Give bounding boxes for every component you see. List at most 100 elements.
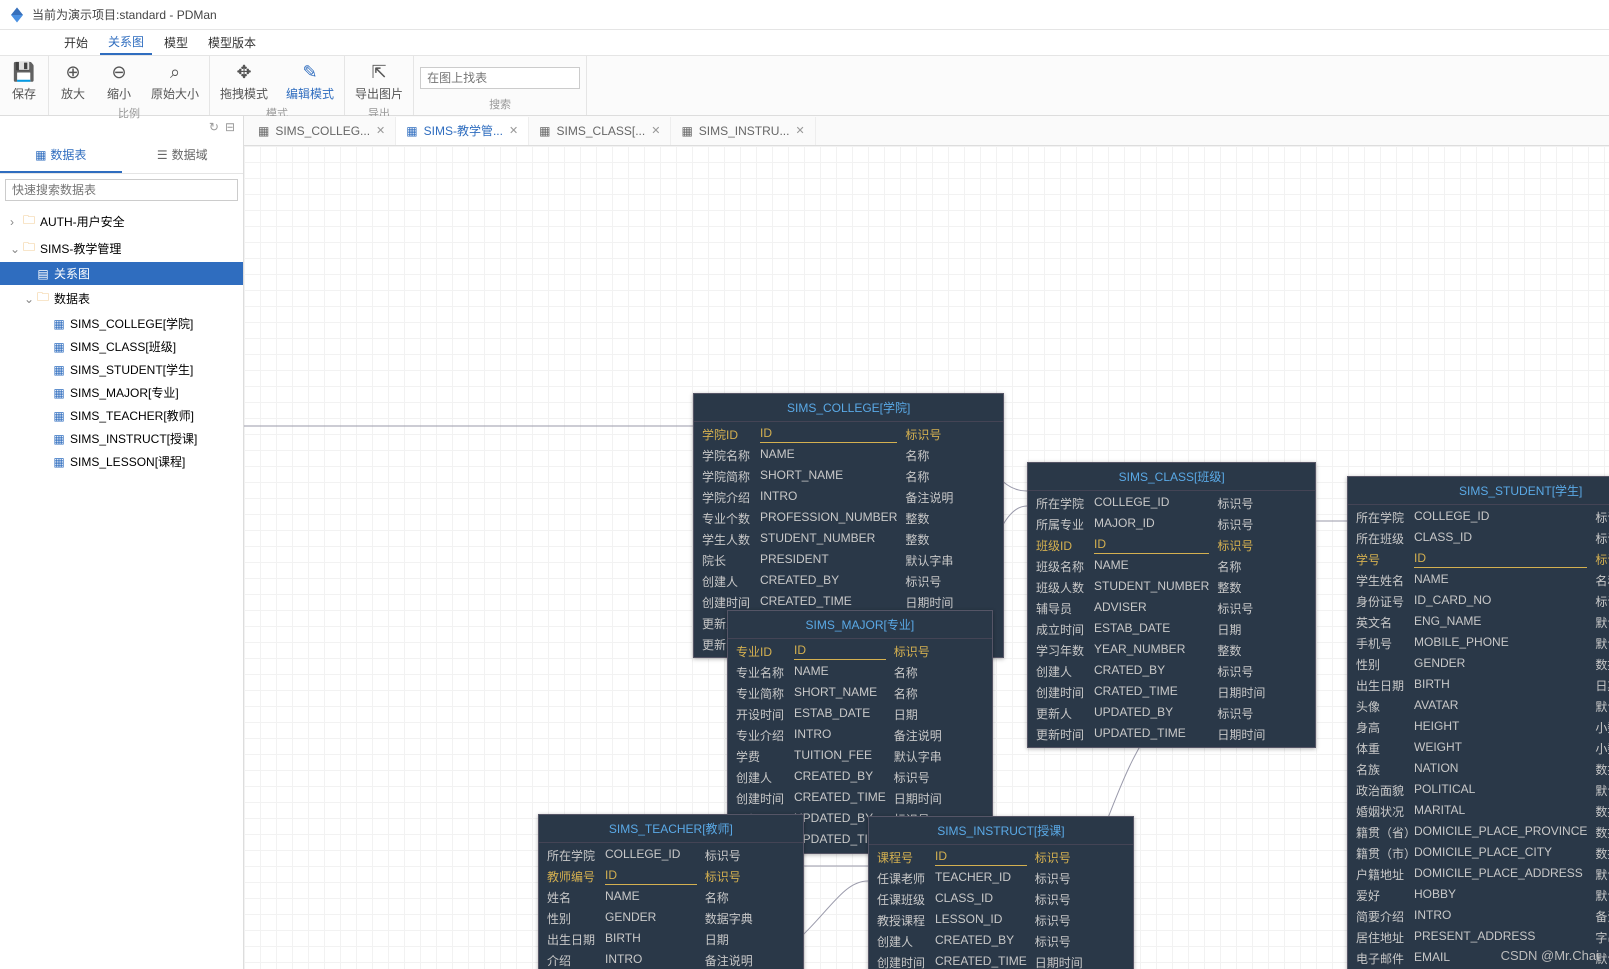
toolbar: 💾保存 ⊕放大 ⊖缩小 ⌕原始大小 比例 ✥拖拽模式 ✎编辑模式 模式 ⇱导出图… (0, 56, 1609, 116)
editor-tab[interactable]: ▦SIMS_COLLEG...✕ (248, 117, 396, 145)
tree-label: SIMS-教学管理 (40, 240, 121, 257)
table-row: 班级IDID标识号 (1028, 535, 1315, 556)
table-row: 更新人UPDATED_BY标识号 (1028, 703, 1315, 724)
sidebar-search-input[interactable] (5, 179, 238, 201)
tree-node[interactable]: ▦SIMS_MAJOR[专业] (0, 381, 243, 404)
table-row: 出生日期BIRTH日期 (539, 929, 803, 950)
chevron-icon: › (10, 215, 22, 229)
tree-node[interactable]: ▦SIMS_STUDENT[学生] (0, 358, 243, 381)
table-row: 任课班级CLASS_ID标识号 (869, 889, 1133, 910)
table-row: 教师编号ID标识号 (539, 866, 803, 887)
folder: 🗀 (36, 288, 50, 309)
collapse-icon[interactable]: ⊟ (225, 120, 235, 134)
tree-node[interactable]: ▦SIMS_COLLEGE[学院] (0, 312, 243, 335)
table: ▦ (52, 386, 66, 400)
tree-label: SIMS_STUDENT[学生] (70, 361, 193, 378)
table-row: 创建时间CREATED_TIME日期时间 (728, 788, 992, 809)
chevron-icon: ⌄ (10, 242, 22, 256)
table-row: 学号ID标识号 (1348, 549, 1609, 570)
sidebar-search (0, 174, 243, 206)
editor-tab[interactable]: ▦SIMS_CLASS[...✕ (529, 117, 671, 145)
tab-data-tables[interactable]: ▦数据表 (0, 138, 122, 173)
menu-1[interactable]: 关系图 (100, 30, 152, 55)
app-logo-icon (8, 6, 26, 24)
export-image-button[interactable]: ⇱导出图片 (351, 60, 407, 104)
table-row: 介绍INTRO备注说明 (539, 950, 803, 969)
menu-bar: 开始关系图模型模型版本 (0, 30, 1609, 56)
sidebar-tabs: ▦数据表 ☰数据域 (0, 138, 243, 174)
save-button[interactable]: 💾保存 (6, 60, 42, 104)
toolbar-group-search: 搜索 (414, 56, 587, 115)
close-icon[interactable]: ✕ (795, 124, 804, 137)
tab-label: SIMS_CLASS[... (557, 124, 646, 138)
canvas-search-input[interactable] (420, 67, 580, 89)
tree-label: 关系图 (54, 265, 90, 282)
tree-node[interactable]: ▦SIMS_INSTRUCT[授课] (0, 427, 243, 450)
table: ▦ (52, 432, 66, 446)
editor-tab[interactable]: ▦SIMS_INSTRU...✕ (671, 117, 815, 145)
table: ▦ (52, 455, 66, 469)
table-row: 简要介绍INTRO备注说明 (1348, 906, 1609, 927)
tree-node[interactable]: ▦SIMS_LESSON[课程] (0, 450, 243, 473)
close-icon[interactable]: ✕ (651, 124, 660, 137)
table-row: 创建时间CRATED_TIME日期时间 (1028, 682, 1315, 703)
er-table-instruct[interactable]: SIMS_INSTRUCT[授课]课程号ID标识号任课老师TEACHER_ID标… (868, 816, 1134, 969)
tree-label: 数据表 (54, 290, 90, 307)
tree-node[interactable]: ▦SIMS_CLASS[班级] (0, 335, 243, 358)
watermark: CSDN @Mr.Chai (1501, 948, 1599, 963)
table-row: 所在学院COLLEGE_ID标识号 (539, 845, 803, 866)
menu-0[interactable]: 开始 (56, 31, 96, 54)
table-row: 头像AVATAR默认字串 (1348, 696, 1609, 717)
table: ▦ (52, 317, 66, 331)
edit-mode-button[interactable]: ✎编辑模式 (282, 60, 338, 104)
tree-node[interactable]: ›🗀AUTH-用户安全 (0, 208, 243, 235)
table-row: 所在学院COLLEGE_ID标识号 (1028, 493, 1315, 514)
editor-area: ▦SIMS_COLLEG...✕▦SIMS-教学管...✕▦SIMS_CLASS… (244, 116, 1609, 969)
drag-mode-button[interactable]: ✥拖拽模式 (216, 60, 272, 104)
table: ▦ (52, 409, 66, 423)
menu-2[interactable]: 模型 (156, 31, 196, 54)
table-header: SIMS_TEACHER[教师] (539, 815, 803, 843)
tree-node[interactable]: ▤ 关系图 (0, 262, 243, 285)
table-row: 名族NATION数据字典 (1348, 759, 1609, 780)
er-canvas[interactable]: SIMS_COLLEGE[学院]学院IDID标识号学院名称NAME名称学院简称S… (244, 146, 1609, 969)
table-row: 学院简称SHORT_NAME名称 (694, 466, 1003, 487)
editor-tab[interactable]: ▦SIMS-教学管...✕ (396, 117, 529, 145)
tree-node[interactable]: ⌄🗀数据表 (0, 285, 243, 312)
table-row: 专业介绍INTRO备注说明 (728, 725, 992, 746)
er-table-class[interactable]: SIMS_CLASS[班级]所在学院COLLEGE_ID标识号所属专业MAJOR… (1027, 462, 1316, 748)
tree-label: SIMS_CLASS[班级] (70, 338, 176, 355)
er-table-teacher[interactable]: SIMS_TEACHER[教师]所在学院COLLEGE_ID标识号教师编号ID标… (538, 814, 804, 969)
zoom-out-button[interactable]: ⊖缩小 (101, 60, 137, 104)
er-table-student[interactable]: SIMS_STUDENT[学生]所在学院COLLEGE_ID标识号所在班级CLA… (1347, 476, 1609, 969)
table-row: 手机号MOBILE_PHONE默认字串 (1348, 633, 1609, 654)
menu-3[interactable]: 模型版本 (200, 31, 264, 54)
table-row: 所属专业MAJOR_ID标识号 (1028, 514, 1315, 535)
table-row: 性别GENDER数据字典 (539, 908, 803, 929)
table-row: 户籍地址DOMICILE_PLACE_ADDRESS默认字串 (1348, 864, 1609, 885)
toolbar-group-scale: ⊕放大 ⊖缩小 ⌕原始大小 比例 (49, 56, 210, 115)
tab-icon: ▦ (406, 124, 417, 138)
tab-data-domains[interactable]: ☰数据域 (122, 138, 244, 173)
table-row: 专业简称SHORT_NAME名称 (728, 683, 992, 704)
close-icon[interactable]: ✕ (376, 124, 385, 137)
refresh-icon[interactable]: ↻ (209, 120, 219, 134)
table-header: SIMS_CLASS[班级] (1028, 463, 1315, 491)
table-row: 学费TUITION_FEE默认字串 (728, 746, 992, 767)
window-title: 当前为演示项目:standard - PDMan (32, 6, 217, 23)
editor-tabs: ▦SIMS_COLLEG...✕▦SIMS-教学管...✕▦SIMS_CLASS… (244, 116, 1609, 146)
rel: ▤ (36, 267, 50, 281)
table-row: 政治面貌POLITICAL默认字串 (1348, 780, 1609, 801)
folder: 🗀 (22, 211, 36, 232)
zoom-reset-button[interactable]: ⌕原始大小 (147, 60, 203, 104)
tree-node[interactable]: ▦SIMS_TEACHER[教师] (0, 404, 243, 427)
tab-icon: ▦ (258, 124, 269, 138)
sidebar: ↻ ⊟ ▦数据表 ☰数据域 ›🗀AUTH-用户安全⌄🗀SIMS-教学管理▤关系图… (0, 116, 244, 969)
table-row: 创建人CREATED_BY标识号 (869, 931, 1133, 952)
drag-icon: ✥ (236, 62, 251, 83)
table-row: 爱好HOBBY默认字串 (1348, 885, 1609, 906)
close-icon[interactable]: ✕ (509, 124, 518, 137)
zoom-in-button[interactable]: ⊕放大 (55, 60, 91, 104)
tree-node[interactable]: ⌄🗀SIMS-教学管理 (0, 235, 243, 262)
table-row: 辅导员ADVISER标识号 (1028, 598, 1315, 619)
